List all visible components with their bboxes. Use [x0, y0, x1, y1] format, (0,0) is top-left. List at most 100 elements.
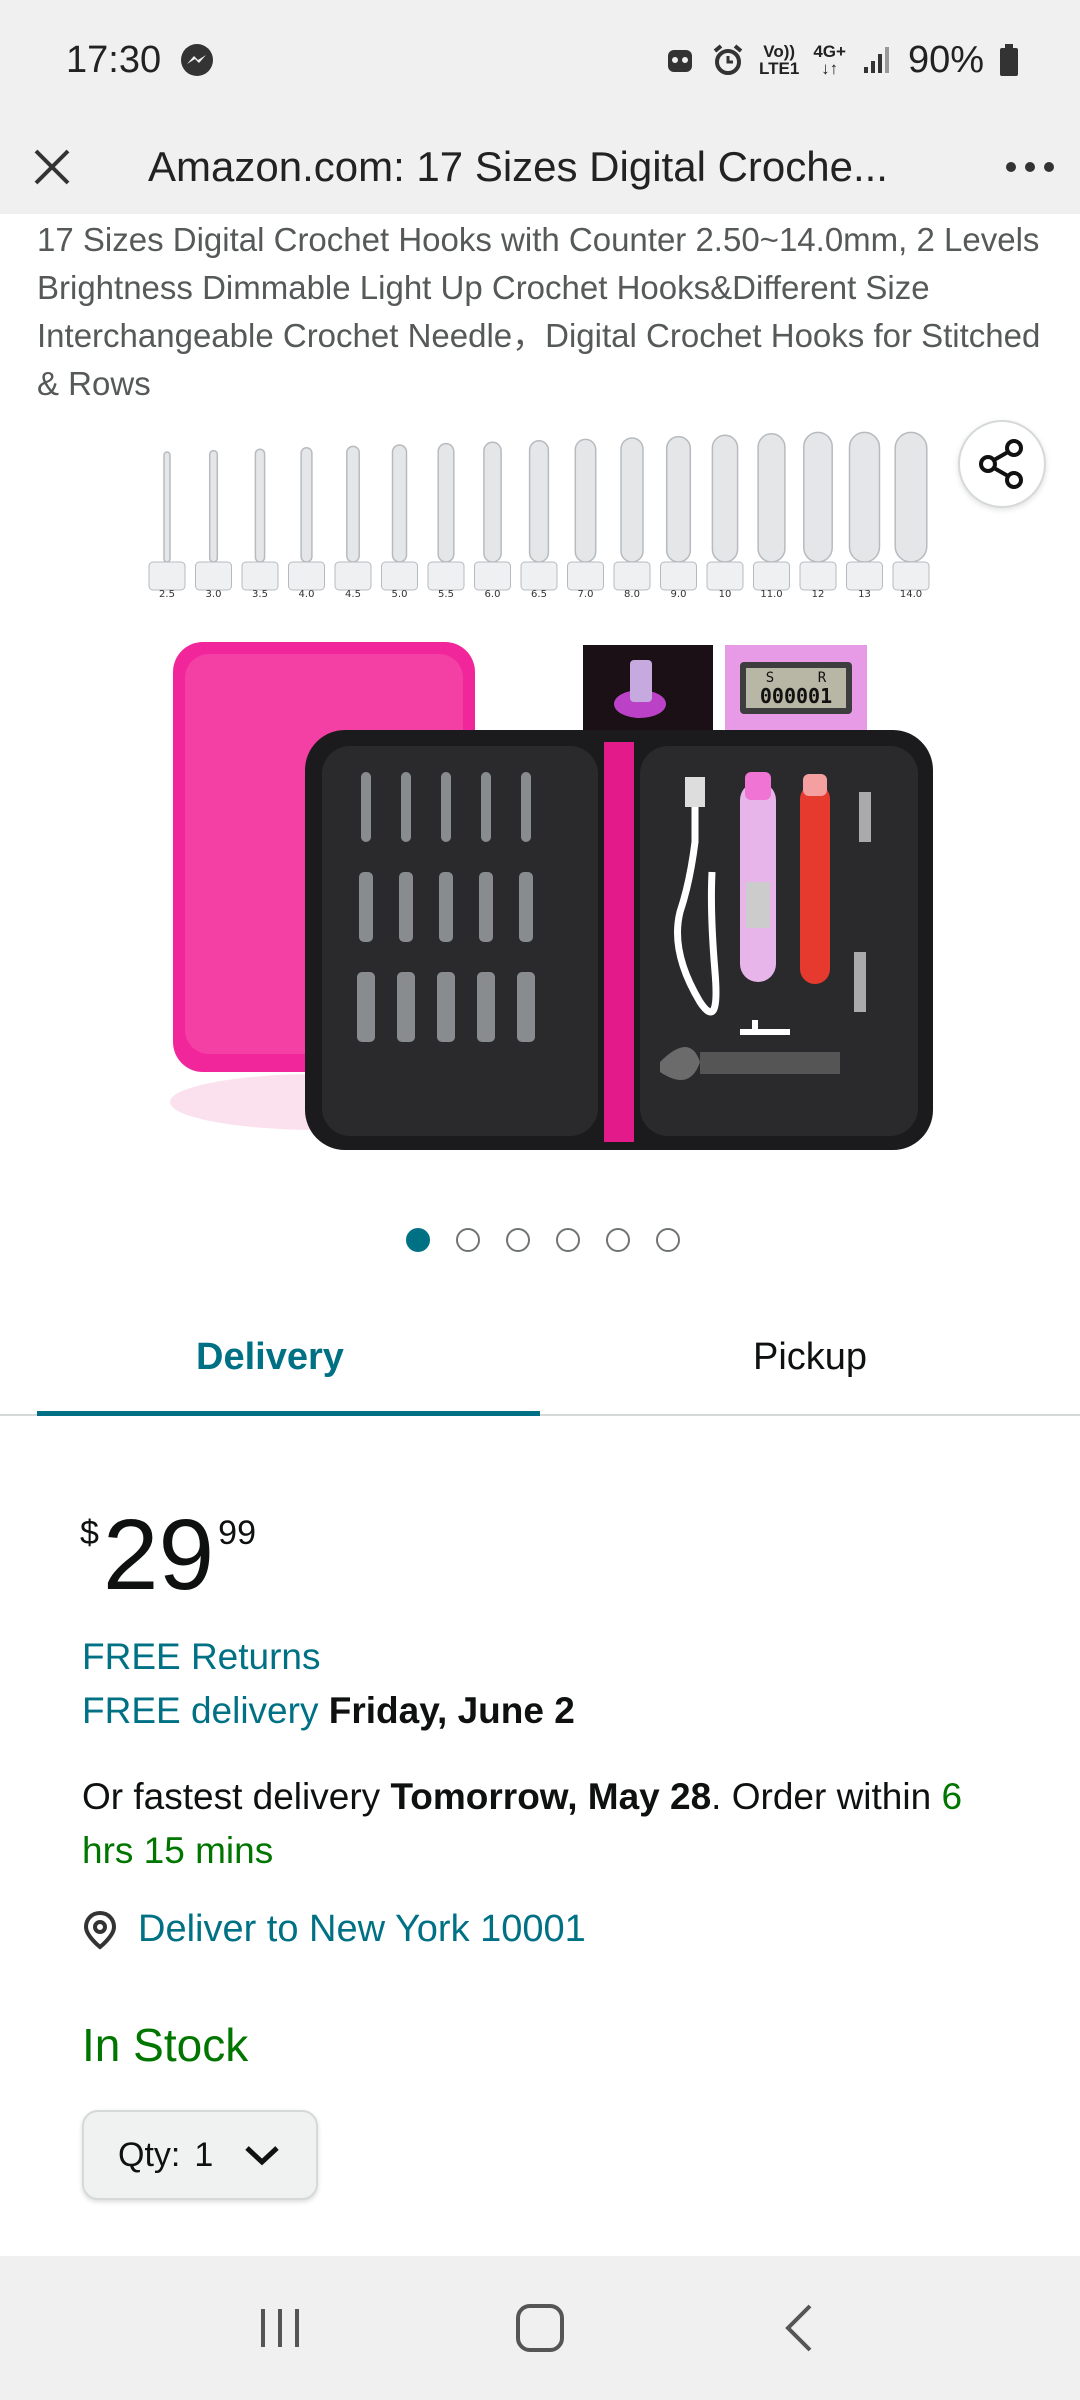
qty-label: Qty: — [118, 2135, 181, 2174]
qty-value: 1 — [194, 2135, 214, 2174]
price-fraction: 99 — [218, 1514, 256, 1552]
recent-apps-icon — [261, 2309, 299, 2347]
recent-apps-button[interactable] — [220, 2278, 340, 2378]
case-hook — [399, 872, 413, 942]
carousel-dot[interactable] — [656, 1228, 680, 1252]
carousel-dot[interactable] — [506, 1228, 530, 1252]
case-hook — [481, 772, 491, 842]
battery-percent: 90% — [907, 38, 984, 81]
price: $ 29 99 — [80, 1500, 256, 1610]
network-type: 4G+ — [813, 42, 846, 61]
free-delivery-date: Friday, June 2 — [328, 1690, 575, 1731]
order-within-prefix: . Order within — [711, 1776, 932, 1817]
volte-label: Vo)) — [763, 42, 796, 61]
carousel-dot[interactable] — [406, 1228, 430, 1252]
fulfillment-tabs: Delivery Pickup — [0, 1300, 1080, 1416]
red-handle — [800, 784, 830, 984]
image-carousel-dots — [0, 1228, 1080, 1252]
hook-size-label: 9.0 — [671, 589, 687, 600]
browser-toolbar: Amazon.com: 17 Sizes Digital Croche... — [0, 120, 1080, 214]
hook-13: 13 — [846, 431, 883, 600]
hook-size-label: 11.0 — [760, 589, 782, 600]
close-icon — [34, 149, 70, 185]
case-hook — [359, 872, 373, 942]
fastest-delivery: Or fastest delivery Tomorrow, May 28. Or… — [82, 1770, 982, 1878]
share-button[interactable] — [958, 420, 1046, 508]
case-hook — [439, 872, 453, 942]
hook-size-label: 8.0 — [624, 589, 640, 600]
hook-size-label: 2.5 — [159, 589, 175, 600]
hook-3.5: 3.5 — [241, 448, 279, 600]
hook-7.0: 7.0 — [567, 438, 604, 600]
status-bar: 17:30 Vo)) LTE1 4G+ ↓↑ 90% — [0, 0, 1080, 120]
tab-pickup[interactable]: Pickup — [540, 1300, 1080, 1414]
back-button[interactable] — [740, 2278, 860, 2378]
deliver-to-link[interactable]: Deliver to New York 10001 — [80, 1908, 586, 1951]
fastest-date: Tomorrow, May 28 — [390, 1776, 712, 1817]
network-indicator: Vo)) LTE1 — [759, 43, 799, 77]
close-button[interactable] — [0, 120, 104, 214]
more-dots-icon — [1006, 162, 1054, 172]
share-icon — [979, 439, 1023, 489]
case-hook — [441, 772, 451, 842]
alarm-icon — [713, 44, 743, 75]
case-hook — [397, 972, 415, 1042]
data-arrows-icon: ↓↑ — [821, 59, 839, 78]
fastest-prefix: Or fastest delivery — [82, 1776, 381, 1817]
carousel-dot[interactable] — [556, 1228, 580, 1252]
location-pin-icon — [83, 1910, 117, 1950]
free-returns-link[interactable]: FREE Returns — [82, 1636, 321, 1678]
case-hook — [357, 972, 375, 1042]
hook-5.5: 5.5 — [427, 442, 465, 600]
more-options-button[interactable] — [980, 120, 1080, 214]
carousel-dot[interactable] — [456, 1228, 480, 1252]
status-icons: Vo)) LTE1 4G+ ↓↑ 90% — [663, 39, 1020, 82]
case-hook — [477, 972, 495, 1042]
deliver-to-label: Deliver to New York 10001 — [138, 1908, 586, 1950]
free-delivery-link[interactable]: FREE delivery — [82, 1690, 318, 1731]
battery-icon — [1000, 44, 1018, 76]
screen: 17:30 Vo)) LTE1 4G+ ↓↑ 90% Amazon.com: 1… — [0, 0, 1080, 2400]
hook-size-label: 12 — [812, 589, 825, 600]
hook-size-label: 13 — [858, 589, 871, 600]
hook-11.0: 11.0 — [753, 433, 790, 600]
hook-4.0: 4.0 — [288, 447, 325, 600]
hook-6.5: 6.5 — [520, 440, 558, 600]
product-image[interactable]: 2.5 3.0 3.5 4.0 4.5 5.0 5.5 6.0 6.5 7.0 8.0 9.0 10 11… — [0, 412, 1080, 1182]
hook-size-label: 3.0 — [206, 589, 222, 600]
hook-size-label: 6.0 — [485, 589, 501, 600]
hook-size-label: 7.0 — [578, 589, 594, 600]
case-hook — [401, 772, 411, 842]
hook-size-label: 4.0 — [299, 589, 315, 600]
hook-3.0: 3.0 — [195, 449, 232, 600]
page-title: Amazon.com: 17 Sizes Digital Croche... — [148, 143, 888, 190]
tab-delivery[interactable]: Delivery — [0, 1300, 540, 1416]
hook-size-label: 6.5 — [531, 589, 547, 600]
carousel-dot[interactable] — [606, 1228, 630, 1252]
lte-label: LTE1 — [759, 59, 800, 78]
hook-5.0: 5.0 — [381, 444, 418, 600]
hook-size-label: 5.0 — [392, 589, 408, 600]
case-hook — [519, 872, 533, 942]
hook-size-label: 14.0 — [900, 589, 922, 600]
hook-sizes-row: 2.5 3.0 3.5 4.0 4.5 5.0 5.5 6.0 6.5 7.0 8.0 9.0 10 11… — [148, 431, 930, 600]
case-hook — [479, 872, 493, 942]
network-type-indicator: 4G+ ↓↑ — [813, 43, 846, 77]
hook-size-label: 3.5 — [252, 589, 268, 600]
hook-6.0: 6.0 — [474, 441, 511, 600]
free-delivery: FREE delivery Friday, June 2 — [82, 1690, 575, 1732]
case-hook — [521, 772, 531, 842]
hook-size-label: 10 — [719, 589, 732, 600]
price-currency: $ — [80, 1514, 99, 1552]
chevron-down-icon — [245, 2146, 279, 2166]
robot-icon — [668, 50, 693, 72]
back-icon — [785, 2304, 812, 2352]
price-whole: 29 — [102, 1499, 215, 1611]
case-hook — [437, 972, 455, 1042]
hook-10: 10 — [706, 434, 744, 600]
hook-size-label: 5.5 — [438, 589, 454, 600]
case-hook — [361, 772, 371, 842]
quantity-dropdown[interactable]: Qty: 1 — [82, 2110, 318, 2200]
counter-value: 000001 — [760, 684, 832, 708]
home-button[interactable] — [480, 2278, 600, 2378]
